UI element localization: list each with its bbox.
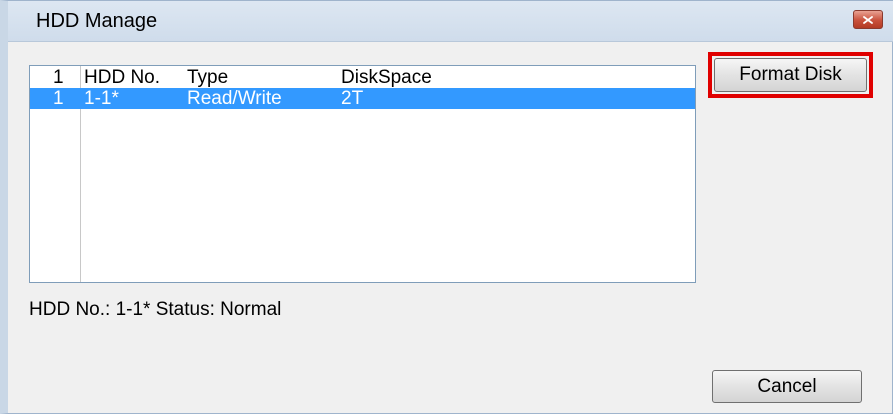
header-index: 1 — [53, 67, 64, 88]
close-button[interactable] — [853, 10, 883, 29]
cancel-button[interactable]: Cancel — [712, 370, 862, 403]
row-disk-space: 2T — [341, 88, 364, 109]
dialog-title: HDD Manage — [36, 10, 158, 32]
title-bar[interactable]: HDD Manage — [8, 1, 893, 42]
close-icon — [863, 15, 873, 24]
row-index: 1 — [53, 88, 64, 109]
row-type: Read/Write — [187, 88, 282, 109]
list-header: 1 HDD No. Type DiskSpace — [30, 67, 695, 88]
row-hdd-no: 1-1* — [84, 88, 119, 109]
header-disk-space[interactable]: DiskSpace — [341, 67, 432, 88]
hdd-list[interactable]: 1 HDD No. Type DiskSpace 1 1-1* Read/Wri… — [29, 65, 696, 283]
header-hdd-no[interactable]: HDD No. — [84, 67, 160, 88]
list-row[interactable]: 1 1-1* Read/Write 2T — [30, 88, 695, 109]
format-disk-button[interactable]: Format Disk — [714, 58, 867, 92]
status-text: HDD No.: 1-1* Status: Normal — [29, 299, 282, 320]
header-type[interactable]: Type — [187, 67, 228, 88]
hdd-manage-dialog: HDD Manage 1 HDD No. Type DiskSpace 1 1-… — [0, 0, 893, 414]
